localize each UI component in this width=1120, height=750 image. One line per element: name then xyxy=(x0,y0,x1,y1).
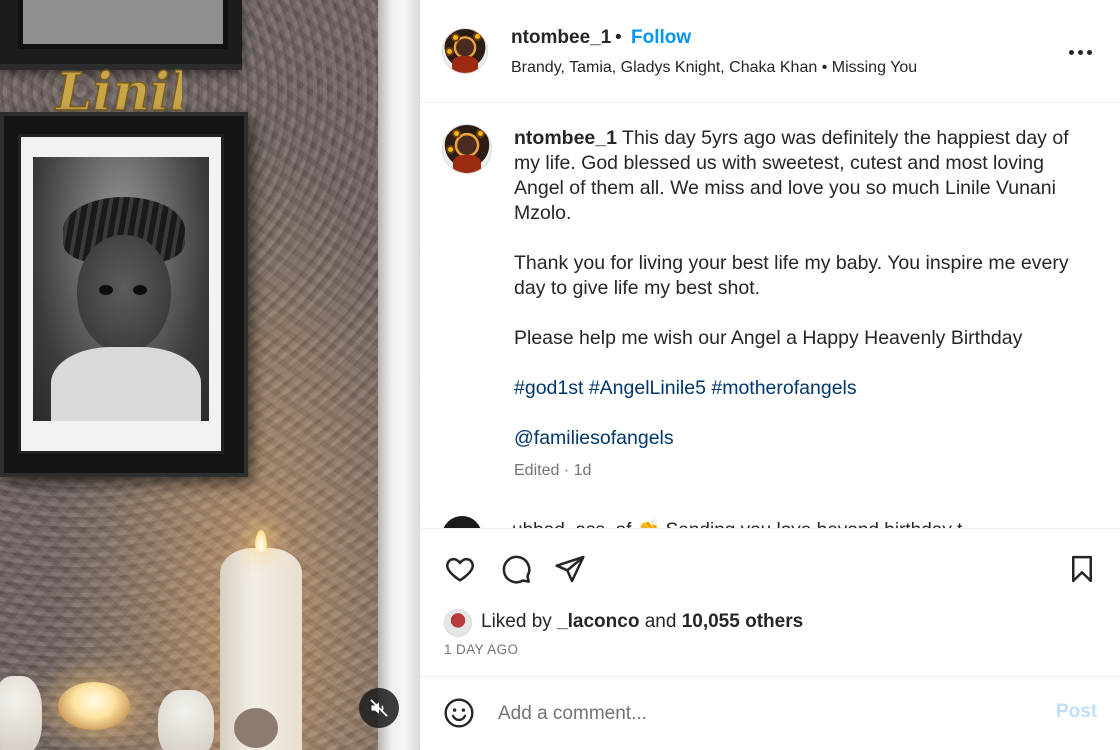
angel-figurine-right xyxy=(158,690,214,750)
comment-input[interactable] xyxy=(498,697,1038,731)
paper-plane-icon xyxy=(555,555,585,583)
like-button[interactable] xyxy=(442,551,478,587)
comment-composer: Post xyxy=(420,676,1120,750)
candle-portrait xyxy=(234,708,278,748)
hashtag-link[interactable]: #motherofangels xyxy=(711,377,856,399)
angel-figurine-left xyxy=(0,676,42,750)
post-details-panel: ntombee_1 • Follow Brandy, Tamia, Gladys… xyxy=(420,0,1120,750)
emoji-picker-button[interactable] xyxy=(442,697,476,731)
avatar-dress xyxy=(452,154,482,173)
smiley-icon xyxy=(444,698,474,728)
header-separator: • xyxy=(615,27,622,48)
sunflower-icon xyxy=(473,32,482,41)
likes-summary: Liked by _laconco and 10,055 others xyxy=(481,611,803,633)
right-eye-shape xyxy=(133,285,147,295)
caption-scroll-area[interactable]: ntombee_1 This day 5yrs ago was definite… xyxy=(420,104,1120,528)
face-shape xyxy=(77,235,171,353)
comment-preview-text: ubbad_ass_of 👏 Sending you love beyond b… xyxy=(512,518,962,528)
edited-timestamp: Edited · 1d xyxy=(514,462,592,479)
likes-conjunction: and xyxy=(644,611,677,632)
caption-author-avatar[interactable] xyxy=(442,124,492,174)
hashtag-line: #god1st #AngelLinile5 #motherofangels xyxy=(514,376,1084,401)
child-portrait-photo xyxy=(33,157,209,421)
sunflower-icon xyxy=(451,33,460,42)
caption-username[interactable]: ntombee_1 xyxy=(514,127,617,149)
caption-paragraph-2: Thank you for living your best life my b… xyxy=(514,252,1069,299)
liked-by-prefix: Liked by xyxy=(481,611,552,632)
more-options-button[interactable] xyxy=(1064,38,1096,66)
sunflower-icon xyxy=(445,47,454,56)
post-actions: Liked by _laconco and 10,055 others 1 DA… xyxy=(420,528,1120,676)
liker-username[interactable]: _laconco xyxy=(557,611,639,632)
post-media[interactable]: Linile xyxy=(0,0,420,750)
save-button[interactable] xyxy=(1064,551,1100,587)
audio-track-link[interactable]: Brandy, Tamia, Gladys Knight, Chaka Khan… xyxy=(511,59,917,77)
more-dots-icon xyxy=(1086,49,1092,55)
hashtag-link[interactable]: #AngelLinile5 xyxy=(589,377,706,399)
mention-link[interactable]: @familiesofangels xyxy=(514,427,674,449)
likes-others-link[interactable]: 10,055 others xyxy=(682,611,803,632)
left-eye-shape xyxy=(99,285,113,295)
lit-tealight xyxy=(58,682,130,730)
comment-button[interactable] xyxy=(498,551,534,587)
bookmark-icon xyxy=(1072,555,1092,583)
comment-bubble-icon xyxy=(502,555,531,584)
hashtag-link[interactable]: #god1st xyxy=(514,377,583,399)
white-top-shape xyxy=(51,347,201,421)
sunflower-icon xyxy=(446,145,455,154)
more-dots-icon xyxy=(1068,49,1074,55)
liker-avatar[interactable] xyxy=(444,609,472,637)
commenter-avatar[interactable] xyxy=(442,516,482,528)
audio-muted-button[interactable] xyxy=(359,688,399,728)
sunflower-icon xyxy=(476,129,485,138)
follow-button[interactable]: Follow xyxy=(631,27,691,49)
speaker-muted-icon xyxy=(370,699,388,717)
memorial-candle xyxy=(220,548,302,750)
post-header: ntombee_1 • Follow Brandy, Tamia, Gladys… xyxy=(420,0,1120,103)
heart-outline-icon xyxy=(446,557,474,582)
child-photo-frame xyxy=(0,112,248,477)
more-dots-icon xyxy=(1077,49,1083,55)
author-username[interactable]: ntombee_1 xyxy=(511,27,611,49)
post-comment-button[interactable]: Post xyxy=(1056,701,1097,723)
sunflower-icon xyxy=(452,129,461,138)
caption-text: ntombee_1 This day 5yrs ago was definite… xyxy=(514,126,1084,451)
photo-mat xyxy=(18,134,224,454)
avatar-dress xyxy=(451,56,479,73)
caption-paragraph-3: Please help me wish our Angel a Happy He… xyxy=(514,327,1023,349)
post-timestamp[interactable]: 1 DAY AGO xyxy=(444,642,518,657)
door-frame xyxy=(378,0,420,750)
share-button[interactable] xyxy=(552,551,588,587)
author-avatar[interactable] xyxy=(442,28,488,74)
